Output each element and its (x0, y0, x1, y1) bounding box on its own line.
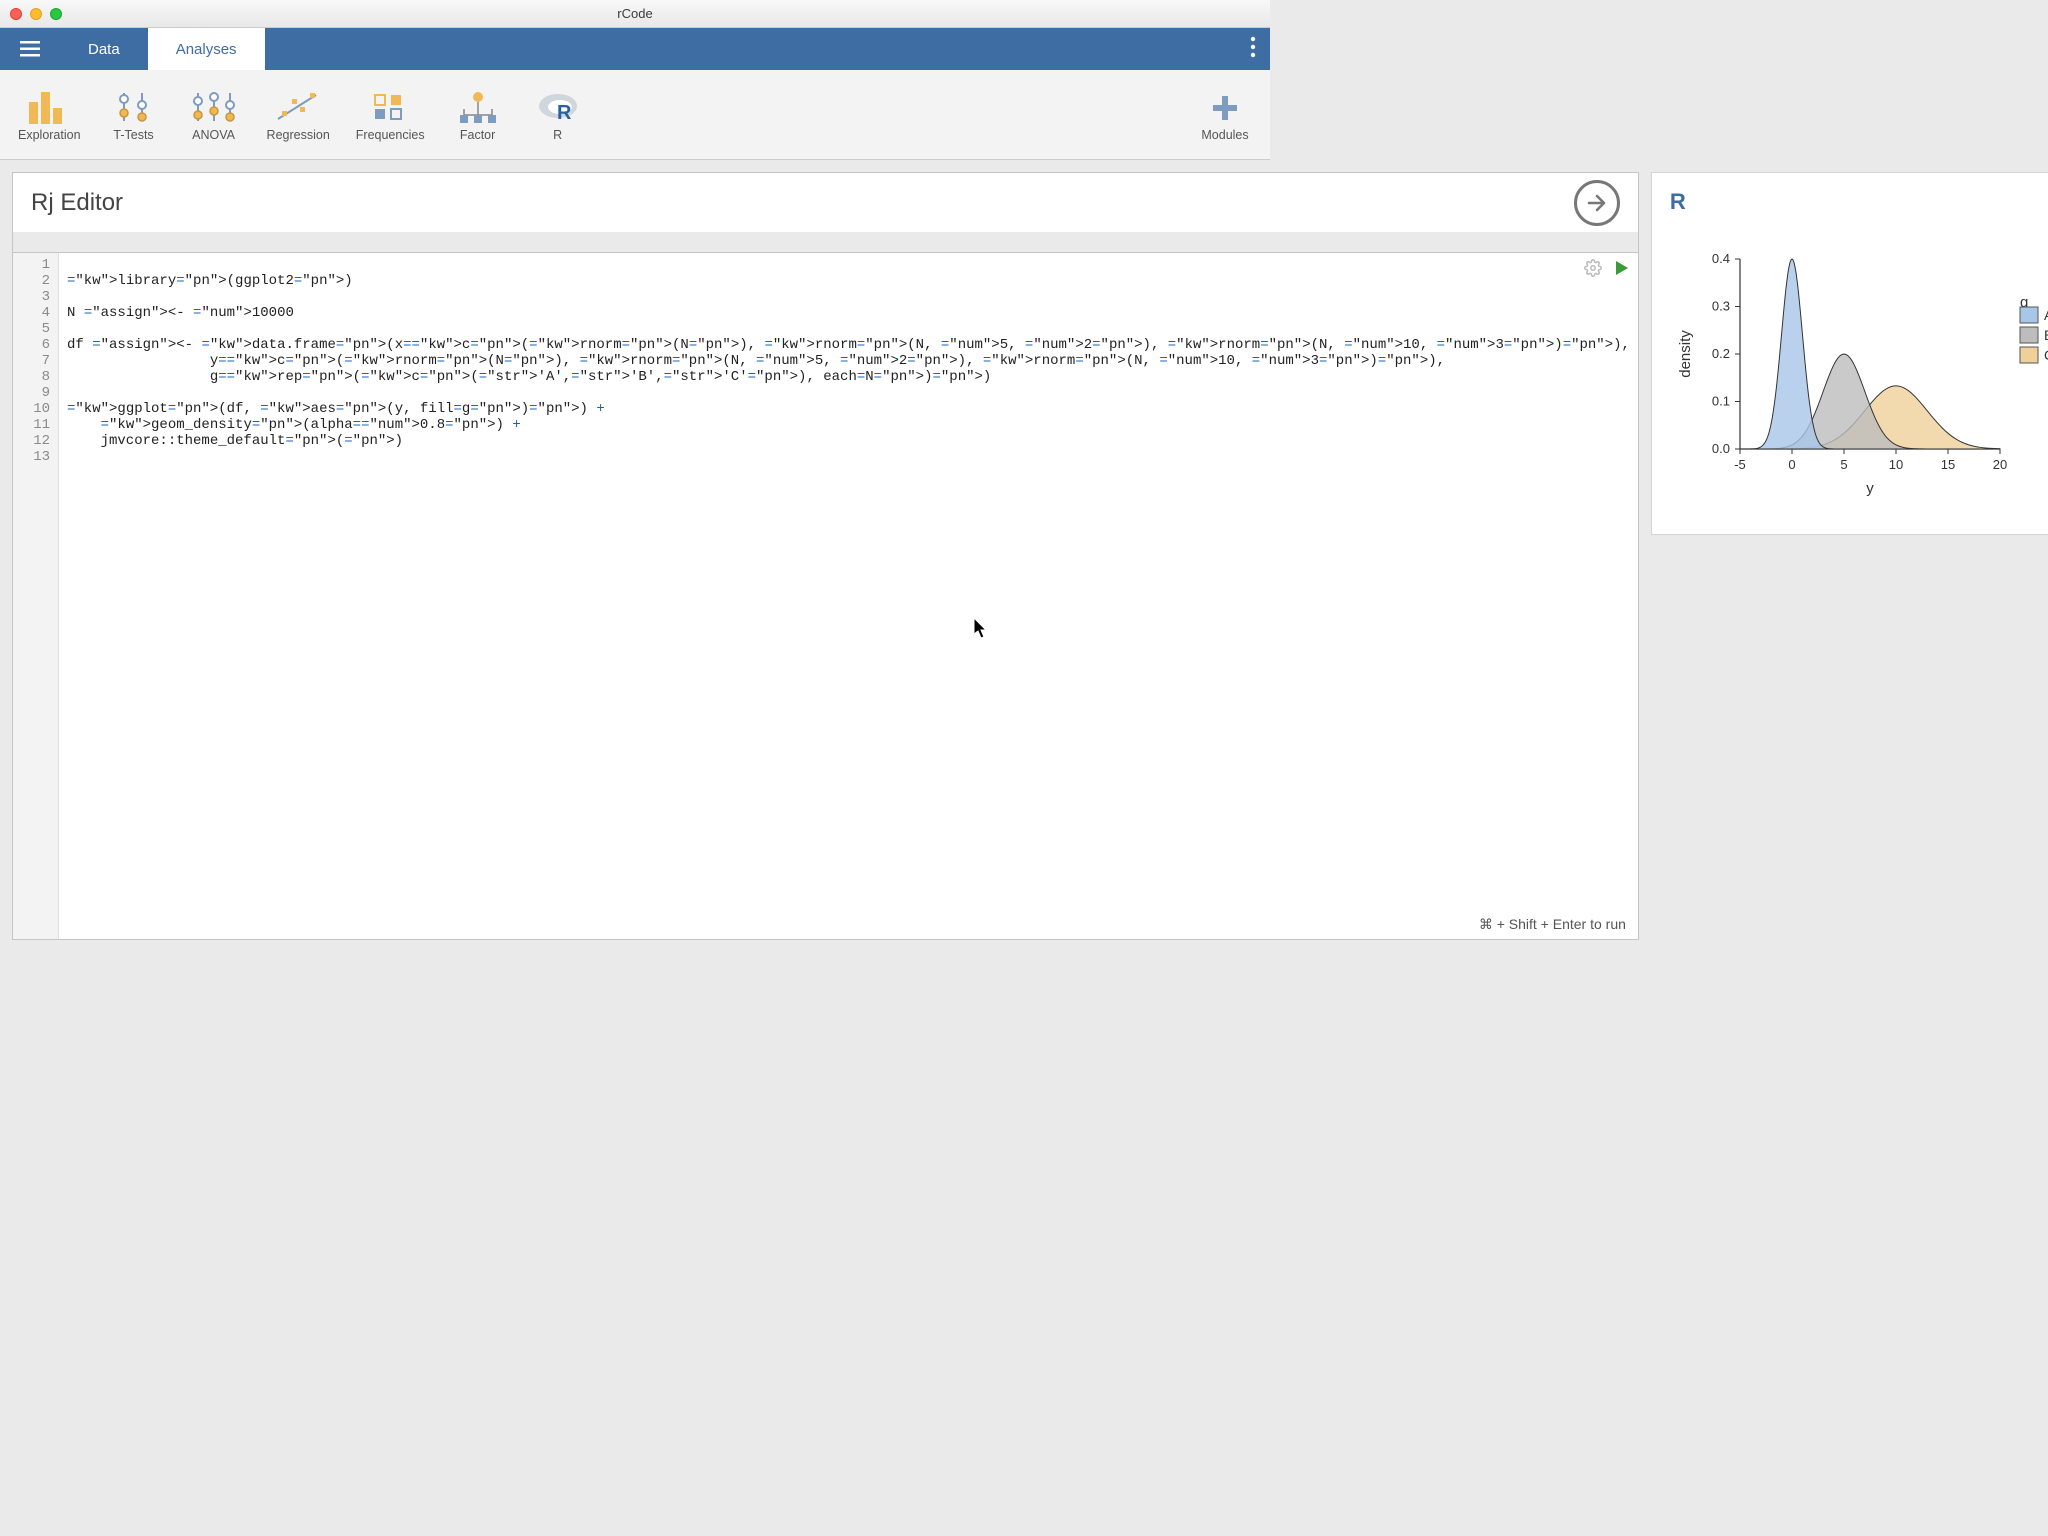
svg-text:0.4: 0.4 (1712, 251, 1730, 266)
tool-regression-label: Regression (267, 128, 330, 142)
svg-text:20: 20 (1993, 457, 2007, 472)
svg-text:0.0: 0.0 (1712, 441, 1730, 456)
tool-factor[interactable]: Factor (443, 84, 513, 146)
ttests-icon (114, 88, 154, 128)
tool-factor-label: Factor (460, 128, 495, 142)
output-pane: R -5051015200.00.10.20.30.4ydensitygABC (1651, 160, 2048, 952)
svg-text:C: C (2044, 347, 2048, 363)
tool-exploration[interactable]: Exploration (10, 84, 89, 146)
svg-text:density: density (1677, 330, 1694, 378)
tool-r[interactable]: R R (523, 84, 593, 146)
svg-text:0: 0 (1788, 457, 1795, 472)
run-code-icon[interactable] (1616, 261, 1628, 280)
factor-icon (458, 88, 498, 128)
tool-modules-label: Modules (1201, 128, 1248, 142)
tool-frequencies[interactable]: Frequencies (348, 84, 433, 146)
tab-analyses[interactable]: Analyses (148, 28, 265, 70)
window-title: rCode (0, 6, 1270, 21)
regression-icon (276, 88, 320, 128)
r-icon: R (537, 88, 579, 128)
svg-text:15: 15 (1941, 457, 1955, 472)
modules-icon (1210, 88, 1240, 128)
code-content[interactable]: ="kw">library="pn">(ggplot2="pn">) N ="a… (59, 253, 1638, 939)
tool-ttests[interactable]: T-Tests (99, 84, 169, 146)
header-tabs: Data Analyses (60, 28, 265, 70)
tool-modules[interactable]: Modules (1190, 84, 1260, 146)
output-title: R (1670, 189, 2048, 215)
editor-header: Rj Editor (12, 172, 1639, 232)
analyses-toolbar: Exploration T-Tests (0, 70, 1270, 160)
workspace: Rj Editor 12345678910111213 ="kw">librar… (0, 160, 1270, 952)
svg-text:B: B (2044, 327, 2048, 343)
density-chart: -5051015200.00.10.20.30.4ydensitygABC (1670, 239, 2048, 509)
svg-text:0.3: 0.3 (1712, 299, 1730, 314)
tool-frequencies-label: Frequencies (356, 128, 425, 142)
tool-r-label: R (553, 128, 562, 142)
kebab-menu-button[interactable] (1250, 36, 1270, 63)
tool-regression[interactable]: Regression (259, 84, 338, 146)
svg-text:y: y (1866, 480, 1874, 497)
svg-text:0.2: 0.2 (1712, 346, 1730, 361)
main-header: Data Analyses (0, 28, 1270, 70)
svg-text:10: 10 (1889, 457, 1903, 472)
svg-text:0.1: 0.1 (1712, 394, 1730, 409)
svg-text:R: R (557, 102, 572, 124)
tab-data[interactable]: Data (60, 28, 148, 70)
settings-icon[interactable] (1584, 259, 1602, 282)
svg-text:5: 5 (1840, 457, 1847, 472)
menu-button[interactable] (0, 28, 60, 70)
run-analysis-button[interactable] (1574, 180, 1620, 226)
titlebar: rCode (0, 0, 1270, 28)
anova-icon (190, 88, 238, 128)
editor-pane: Rj Editor 12345678910111213 ="kw">librar… (0, 160, 1651, 952)
frequencies-icon (373, 88, 407, 128)
tool-exploration-label: Exploration (18, 128, 81, 142)
output-card: R -5051015200.00.10.20.30.4ydensitygABC (1651, 172, 2048, 535)
svg-text:A: A (2044, 307, 2048, 323)
exploration-icon (27, 88, 71, 128)
tool-ttests-label: T-Tests (113, 128, 153, 142)
tool-anova-label: ANOVA (192, 128, 235, 142)
editor-hint: ⌘ + Shift + Enter to run (1479, 916, 1626, 933)
line-gutter: 12345678910111213 (13, 253, 59, 939)
code-editor[interactable]: 12345678910111213 ="kw">library="pn">(gg… (12, 252, 1639, 940)
svg-text:-5: -5 (1734, 457, 1746, 472)
editor-title: Rj Editor (31, 189, 123, 217)
tool-anova[interactable]: ANOVA (179, 84, 249, 146)
